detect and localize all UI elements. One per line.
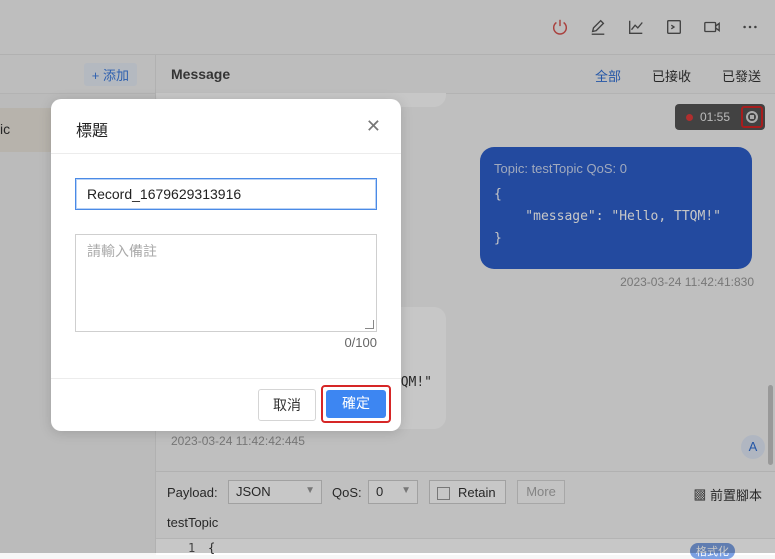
confirm-button-highlight: 確定 [321,385,391,423]
dialog-footer-divider [51,378,401,379]
record-name-input[interactable]: Record_1679629313916 [75,178,377,210]
char-count: 0/100 [344,335,377,350]
save-record-dialog: 標題 ✕ Record_1679629313916 請輸入備註 0/100 取消… [51,99,401,431]
dialog-title: 標題 [76,123,109,140]
cancel-button[interactable]: 取消 [258,389,316,421]
resize-handle-icon[interactable] [365,320,374,329]
app-window: + 添加 ic Message 全部 已接收 已發送 01:55 Topic: … [0,0,775,559]
remark-placeholder: 請輸入備註 [87,243,157,259]
remark-textarea[interactable]: 請輸入備註 [75,234,377,332]
close-icon[interactable]: ✕ [366,116,381,137]
dialog-divider [51,153,401,154]
confirm-button[interactable]: 確定 [326,390,386,418]
